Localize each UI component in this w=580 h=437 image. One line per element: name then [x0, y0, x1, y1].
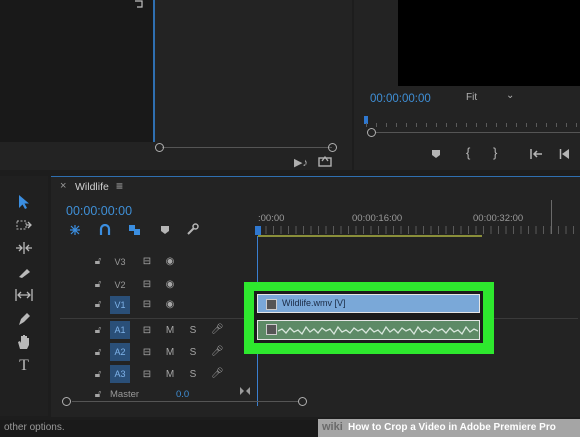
selection-tool[interactable]: [14, 192, 34, 212]
wrench-icon[interactable]: [186, 223, 199, 236]
lock-icon[interactable]: 🔓︎: [92, 325, 104, 337]
go-to-end-icon[interactable]: [239, 386, 251, 396]
nest-sequence-icon[interactable]: [69, 224, 81, 236]
source-scroll-track[interactable]: [162, 147, 332, 148]
program-video-frame: [398, 0, 580, 86]
master-volume-value[interactable]: 0.0: [176, 389, 189, 400]
go-to-in-icon[interactable]: [529, 149, 543, 159]
source-monitor-divider: [153, 0, 155, 142]
clip-fx-icon: [266, 299, 277, 310]
program-timecode[interactable]: 00:00:00:00: [370, 93, 431, 105]
lock-icon[interactable]: 🔓︎: [92, 299, 104, 311]
sync-lock-icon[interactable]: ⊟: [141, 256, 153, 268]
hand-tool[interactable]: [14, 332, 34, 352]
track-v2-label[interactable]: V2: [110, 276, 130, 294]
source-scroll-handle-right[interactable]: [328, 143, 337, 152]
marker-icon[interactable]: [431, 149, 441, 159]
mute-button[interactable]: M: [164, 325, 176, 337]
step-back-icon[interactable]: [559, 149, 571, 159]
source-settings-icon[interactable]: [134, 0, 144, 8]
sync-lock-icon[interactable]: ⊟: [141, 299, 153, 311]
linked-selection-icon[interactable]: [128, 224, 142, 236]
track-a3-label[interactable]: A3: [110, 365, 130, 383]
program-scroll-handle[interactable]: [367, 128, 376, 137]
video-clip-label: Wildlife.wmv [V]: [282, 298, 346, 308]
tools-panel: T: [0, 176, 48, 416]
track-select-tool[interactable]: [14, 215, 34, 235]
ruler-major-tick: [551, 200, 552, 234]
timeline-close-icon[interactable]: ×: [60, 180, 66, 192]
timeline-scroll-handle-left[interactable]: [62, 397, 71, 406]
watermark-banner: wiki How to Crop a Video in Adobe Premie…: [318, 419, 580, 437]
sync-lock-icon[interactable]: ⊟: [141, 279, 153, 291]
add-marker-icon[interactable]: [160, 225, 170, 235]
ruler-label-0: :00:00: [258, 213, 285, 224]
microphone-icon[interactable]: 🎤︎: [211, 324, 224, 336]
ruler-label-1: 00:00:16:00: [352, 213, 403, 224]
fit-dropdown[interactable]: Fit ⌄: [466, 90, 516, 106]
type-tool[interactable]: T: [14, 356, 34, 376]
export-frame-icon[interactable]: [318, 155, 332, 167]
track-v1-label[interactable]: V1: [110, 296, 130, 314]
source-monitor-frame: [0, 0, 154, 142]
mute-button[interactable]: M: [164, 369, 176, 381]
pen-tool[interactable]: [14, 309, 34, 329]
ruler-label-2: 00:00:32:00: [473, 213, 524, 224]
watermark-wiki: wiki: [322, 421, 343, 433]
solo-button[interactable]: S: [187, 347, 199, 359]
timeline-tab-title[interactable]: Wildlife: [75, 181, 109, 193]
track-v3-label[interactable]: V3: [110, 253, 130, 271]
insert-icon[interactable]: ▶♪: [294, 156, 308, 169]
microphone-icon[interactable]: 🎤︎: [211, 368, 224, 380]
timeline-timecode[interactable]: 00:00:00:00: [66, 204, 132, 218]
sync-lock-icon[interactable]: ⊟: [141, 325, 153, 337]
eye-icon[interactable]: ◉: [164, 256, 176, 268]
watermark-title: How to Crop a Video in Adobe Premiere Pr…: [348, 422, 556, 433]
ruler-ticks: [258, 226, 578, 234]
slip-tool[interactable]: [14, 285, 34, 305]
master-track-label: Master: [110, 389, 140, 400]
mute-button[interactable]: M: [164, 347, 176, 359]
solo-button[interactable]: S: [187, 369, 199, 381]
audio-waveform: [278, 325, 478, 336]
playhead-marker[interactable]: [255, 226, 261, 235]
sync-lock-icon[interactable]: ⊟: [141, 347, 153, 359]
program-ruler-ticks: [366, 123, 578, 127]
snap-icon[interactable]: [99, 224, 111, 236]
lock-icon[interactable]: 🔓︎: [92, 369, 104, 381]
timeline-scroll-handle-right[interactable]: [298, 397, 307, 406]
ripple-edit-tool[interactable]: [14, 238, 34, 258]
solo-button[interactable]: S: [187, 325, 199, 337]
track-a1-label[interactable]: A1: [110, 321, 130, 339]
chevron-down-icon: ⌄: [506, 90, 515, 101]
microphone-icon[interactable]: 🎤︎: [211, 346, 224, 358]
fit-label: Fit: [466, 92, 478, 103]
lock-icon[interactable]: 🔓︎: [92, 389, 104, 401]
video-clip[interactable]: Wildlife.wmv [V]: [257, 294, 480, 313]
timeline-scroll-track[interactable]: [72, 401, 298, 402]
lock-icon[interactable]: 🔓︎: [92, 347, 104, 359]
timeline-menu-icon[interactable]: ≡: [116, 179, 123, 193]
status-text: other options.: [4, 422, 65, 433]
program-scroll-track[interactable]: [376, 132, 580, 133]
program-monitor-panel: 00:00:00:00 Fit ⌄ { }: [354, 0, 580, 170]
eye-icon[interactable]: ◉: [164, 299, 176, 311]
source-scroll-handle-left[interactable]: [155, 143, 164, 152]
lock-icon[interactable]: 🔓︎: [92, 256, 104, 268]
mark-out-icon[interactable]: }: [493, 145, 497, 160]
audio-clip-fx-icon: [266, 324, 277, 335]
audio-clip[interactable]: [257, 320, 480, 340]
track-a2-label[interactable]: A2: [110, 343, 130, 361]
razor-tool[interactable]: [14, 262, 34, 282]
eye-icon[interactable]: ◉: [164, 279, 176, 291]
lock-icon[interactable]: 🔓︎: [92, 279, 104, 291]
sync-lock-icon[interactable]: ⊟: [141, 369, 153, 381]
work-area-bar[interactable]: [258, 235, 482, 237]
mark-in-icon[interactable]: {: [466, 145, 470, 160]
source-monitor-panel: ▶♪: [0, 0, 352, 170]
